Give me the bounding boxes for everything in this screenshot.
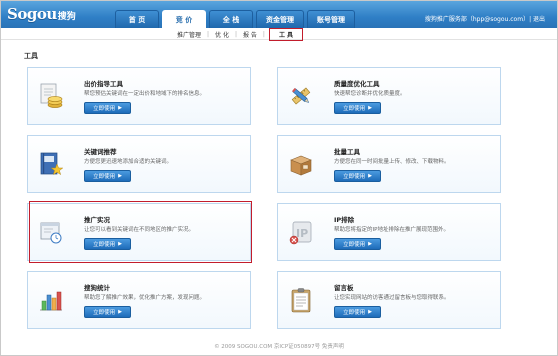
- logo-chinese: 搜狗: [57, 12, 76, 22]
- arrow-right-icon: ▶: [368, 173, 372, 179]
- arrow-right-icon: ▶: [118, 105, 122, 111]
- tool-card-bid-guide: 出价指导工具 帮您预估关键词在一定出价和地域下的排名信息。 立即使用 ▶: [27, 67, 251, 125]
- arrow-right-icon: ▶: [118, 309, 122, 315]
- use-now-button[interactable]: 立即使用 ▶: [84, 170, 131, 182]
- card-description: 帮助您将指定的IP地址排除在推广展现范围外。: [334, 227, 449, 233]
- card-title: 搜狗统计: [84, 284, 110, 292]
- sub-nav: 推广管理 | 优 化 | 报 告 | 工 具: [1, 27, 557, 41]
- user-info[interactable]: 搜狗推广服务部（hpp@sogou.com）| 退出: [425, 14, 545, 23]
- clipboard-icon: [288, 286, 314, 314]
- button-label: 立即使用: [343, 242, 366, 248]
- card-description: 帮助您了解推广效果，优化推广方案，发现问题。: [84, 295, 206, 301]
- subnav-item-report[interactable]: 报 告: [237, 30, 263, 39]
- main-nav: 首 页 竞 价 全 栈 资金管理 账号管理: [115, 10, 355, 28]
- arrow-right-icon: ▶: [118, 173, 122, 179]
- page-title: 工具: [24, 52, 38, 60]
- tab-fullstack[interactable]: 全 栈: [209, 10, 253, 28]
- use-now-button[interactable]: 立即使用 ▶: [334, 170, 381, 182]
- subnav-item-tools[interactable]: 工 具: [268, 27, 304, 41]
- arrow-right-icon: ▶: [368, 309, 372, 315]
- use-now-button[interactable]: 立即使用 ▶: [84, 102, 131, 114]
- subnav-item-optimize[interactable]: 优 化: [209, 30, 235, 39]
- card-description: 方便您更迅速地添加合适的关键词。: [84, 159, 173, 165]
- button-label: 立即使用: [343, 174, 366, 180]
- subnav-divider: |: [262, 30, 265, 38]
- button-label: 立即使用: [343, 310, 366, 316]
- tool-card-ip-exclude: IP IP排除 帮助您将指定的IP地址排除在推广展现范围外。 立即使用 ▶: [277, 203, 501, 261]
- subnav-item-campaign[interactable]: 推广管理: [171, 30, 207, 39]
- footer: © 2009 SOGOU.COM 京ICP证050897号 免责声明: [214, 344, 344, 350]
- tool-card-quality: 质量度优化工具 快速帮您诊断并优化质量度。 立即使用 ▶: [277, 67, 501, 125]
- sogou-logo[interactable]: Sogou 搜狗: [7, 5, 76, 25]
- svg-text:IP: IP: [296, 227, 308, 240]
- button-label: 立即使用: [93, 174, 116, 180]
- card-title: 留言板: [334, 284, 354, 292]
- coins-document-icon: [38, 82, 64, 110]
- tab-bidding[interactable]: 竞 价: [162, 10, 206, 28]
- ip-block-icon: IP: [288, 218, 314, 246]
- tool-card-sogou-stats: 搜狗统计 帮助您了解推广效果，优化推广方案，发现问题。 立即使用 ▶: [27, 271, 251, 329]
- tab-home[interactable]: 首 页: [115, 10, 159, 28]
- card-title: IP排除: [334, 216, 355, 224]
- arrow-right-icon: ▶: [368, 241, 372, 247]
- card-description: 让您实现网站的访客通过留言板与您取得联系。: [334, 295, 450, 301]
- card-title: 质量度优化工具: [334, 80, 380, 88]
- card-title: 关键词推荐: [84, 148, 117, 156]
- top-header: Sogou 搜狗 首 页 竞 价 全 栈 资金管理 账号管理 搜狗推广服务部（h…: [1, 1, 557, 28]
- tool-card-keyword-recommend: 关键词推荐 方便您更迅速地添加合适的关键词。 立即使用 ▶: [27, 135, 251, 193]
- highlight-box: [29, 201, 252, 263]
- tab-account[interactable]: 账号管理: [307, 10, 355, 28]
- boxes-icon: [288, 150, 314, 178]
- card-description: 帮您预估关键词在一定出价和地域下的排名信息。: [84, 91, 206, 97]
- logo-wordmark: Sogou: [7, 5, 57, 23]
- arrow-right-icon: ▶: [368, 105, 372, 111]
- card-description: 方便您在同一时间批量上传、修改、下载物料。: [334, 159, 450, 165]
- use-now-button[interactable]: 立即使用 ▶: [84, 306, 131, 318]
- tool-card-batch: 批量工具 方便您在同一时间批量上传、修改、下载物料。 立即使用 ▶: [277, 135, 501, 193]
- use-now-button[interactable]: 立即使用 ▶: [334, 238, 381, 250]
- button-label: 立即使用: [93, 106, 116, 112]
- bar-chart-icon: [38, 286, 64, 314]
- card-title: 出价指导工具: [84, 80, 123, 88]
- pencil-ruler-icon: [288, 82, 314, 110]
- button-label: 立即使用: [93, 310, 116, 316]
- use-now-button[interactable]: 立即使用 ▶: [334, 102, 381, 114]
- use-now-button[interactable]: 立即使用 ▶: [334, 306, 381, 318]
- tab-funds[interactable]: 资金管理: [256, 10, 304, 28]
- button-label: 立即使用: [343, 106, 366, 112]
- card-description: 快速帮您诊断并优化质量度。: [334, 91, 406, 97]
- book-star-icon: [38, 150, 64, 178]
- tool-card-message-board: 留言板 让您实现网站的访客通过留言板与您取得联系。 立即使用 ▶: [277, 271, 501, 329]
- card-title: 批量工具: [334, 148, 360, 156]
